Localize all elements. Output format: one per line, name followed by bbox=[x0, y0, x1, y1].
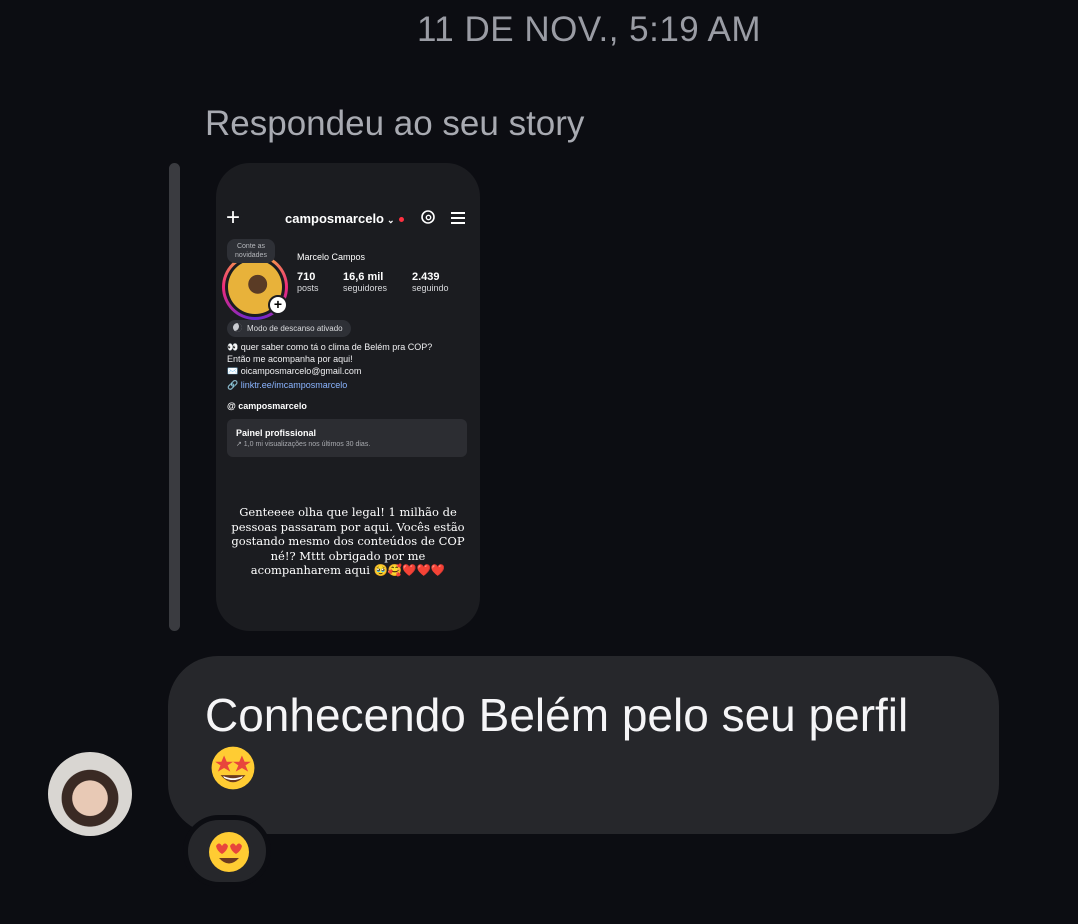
add-story-icon: + bbox=[268, 295, 288, 315]
story-reply-label: Respondeu ao seu story bbox=[205, 104, 585, 143]
sender-avatar[interactable] bbox=[48, 752, 132, 836]
story-caption: Genteeee olha que legal! 1 milhão de pes… bbox=[231, 505, 465, 577]
threads-icon bbox=[421, 210, 435, 224]
rest-mode-pill: Modo de descanso ativado bbox=[227, 320, 351, 337]
plus-icon: + bbox=[226, 204, 241, 231]
quote-bar bbox=[169, 163, 180, 631]
message-text: Conhecendo Belém pelo seu perfil bbox=[205, 687, 975, 799]
link-icon: 🔗 bbox=[227, 380, 241, 390]
moon-icon bbox=[233, 323, 242, 332]
professional-dashboard: Painel profissional ↗ 1,0 mi visualizaçõ… bbox=[227, 419, 467, 457]
reaction-pill[interactable] bbox=[183, 815, 271, 887]
stat-posts: 710 posts bbox=[297, 271, 319, 293]
heart-eyes-emoji bbox=[209, 832, 249, 872]
stat-following: 2.439 seguindo bbox=[412, 271, 449, 293]
threads-badge: @ camposmarcelo bbox=[227, 401, 307, 411]
message-bubble[interactable]: Conhecendo Belém pelo seu perfil bbox=[168, 656, 999, 834]
notification-dot bbox=[398, 217, 404, 223]
menu-icon bbox=[451, 212, 465, 224]
star-struck-emoji bbox=[211, 746, 255, 790]
story-bio: 👀 quer saber como tá o clima de Belém pr… bbox=[227, 342, 433, 376]
chevron-down-icon: ⌄ bbox=[387, 215, 395, 225]
profile-note: Conte as novidades bbox=[227, 239, 275, 263]
message-timestamp: 11 DE NOV., 5:19 AM bbox=[416, 10, 762, 49]
stat-followers: 16,6 mil seguidores bbox=[343, 271, 388, 293]
story-display-name: Marcelo Campos bbox=[297, 252, 366, 262]
bio-link: 🔗 linktr.ee/imcamposmarcelo bbox=[227, 380, 348, 390]
story-profile-username: camposmarcelo ⌄ bbox=[285, 211, 404, 226]
